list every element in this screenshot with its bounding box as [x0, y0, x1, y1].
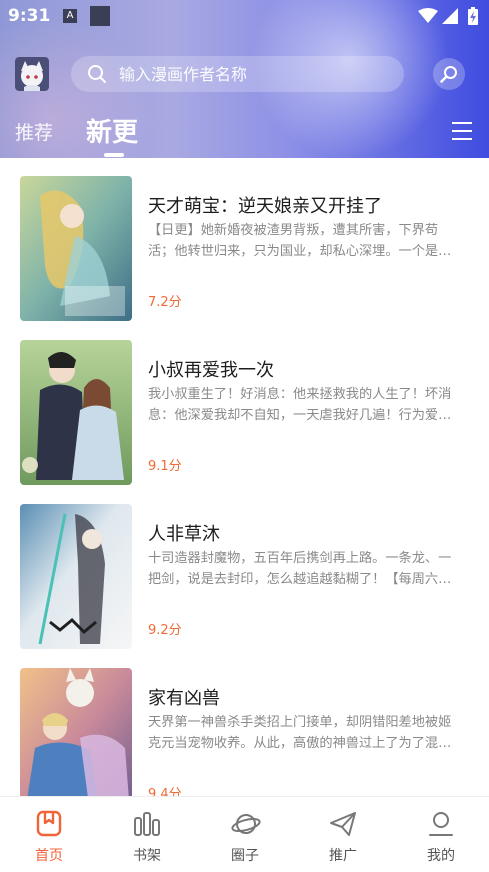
bookmark-icon	[36, 810, 62, 837]
comic-score: 7.2分	[148, 295, 182, 310]
comic-title[interactable]: 小叔再爱我一次	[148, 356, 274, 382]
comic-list-item[interactable]: 小叔再爱我一次 我小叔重生了！好消息：他来拯救我的人生了！坏消息：他深爱我却不自…	[0, 322, 489, 486]
planet-icon	[231, 814, 261, 834]
nav-mine-label: 我的	[427, 848, 455, 864]
status-bar: 9:31 A	[0, 0, 489, 32]
comic-score: 9.1分	[148, 459, 182, 474]
search-icon	[88, 65, 106, 83]
search-button[interactable]	[433, 58, 465, 90]
nav-home-label: 首页	[35, 848, 63, 864]
comic-cover[interactable]	[20, 176, 132, 321]
comic-description: 十司造器封魔物，五百年后携剑再上路。一条龙、一把剑，说是去封印，怎么越追越黏糊了…	[148, 551, 452, 587]
paper-plane-icon	[330, 812, 356, 836]
nav-promote[interactable]: 推广	[294, 797, 392, 872]
comic-title[interactable]: 人非草沐	[148, 520, 220, 546]
wifi-icon	[418, 8, 438, 23]
person-icon	[429, 812, 453, 836]
search-input[interactable]	[119, 56, 389, 92]
comic-list-item[interactable]: 天才萌宝：逆天娘亲又开挂了 【日更】她新婚夜被渣男背叛，遭其所害，下界苟活；他转…	[0, 158, 489, 322]
bottom-navigation: 首页 书架 圈子 推广 我的	[0, 796, 489, 872]
search-bar[interactable]	[71, 56, 404, 92]
comic-title[interactable]: 家有凶兽	[148, 684, 220, 710]
cover-image	[20, 668, 132, 796]
comic-description: 天界第一神兽杀手类招上门接单，却阴错阳差地被姬克元当宠物收养。从此，高傲的神兽过…	[148, 715, 452, 751]
avatar-image	[15, 57, 49, 91]
comic-description: 我小叔重生了！好消息：他来拯救我的人生了！坏消息：他深爱我却不自知，一天虐我好几…	[148, 387, 452, 423]
user-avatar[interactable]	[15, 57, 49, 91]
comic-cover[interactable]	[20, 340, 132, 485]
nav-bookshelf-label: 书架	[133, 848, 161, 864]
cover-image	[20, 340, 132, 485]
nav-promote-label: 推广	[329, 848, 357, 864]
comic-score: 9.2分	[148, 623, 182, 638]
nav-circle[interactable]: 圈子	[196, 797, 294, 872]
cover-image	[20, 504, 132, 649]
cover-image	[20, 176, 132, 321]
nav-bookshelf[interactable]: 书架	[98, 797, 196, 872]
comic-list-item[interactable]: 家有凶兽 天界第一神兽杀手类招上门接单，却阴错阳差地被姬克元当宠物收养。从此，高…	[0, 650, 489, 796]
comic-list-item[interactable]: 人非草沐 十司造器封魔物，五百年后携剑再上路。一条龙、一把剑，说是去封印，怎么越…	[0, 486, 489, 650]
bookshelf-icon	[134, 812, 160, 836]
battery-icon	[468, 7, 478, 25]
notification-square-icon	[90, 6, 110, 26]
signal-icon	[442, 8, 458, 24]
status-time: 9:31	[8, 6, 51, 26]
keyboard-a-icon: A	[63, 9, 77, 23]
active-tab-indicator	[104, 153, 124, 157]
comic-list[interactable]: 天才萌宝：逆天娘亲又开挂了 【日更】她新婚夜被渣男背叛，遭其所害，下界苟活；他转…	[0, 158, 489, 796]
tab-new-updates[interactable]: 新更	[86, 112, 138, 149]
magnifier-icon	[440, 66, 457, 83]
tab-recommend[interactable]: 推荐	[15, 118, 53, 145]
comic-cover[interactable]	[20, 504, 132, 649]
nav-home[interactable]: 首页	[0, 797, 98, 872]
nav-mine[interactable]: 我的	[392, 797, 489, 872]
comic-score: 9.4分	[148, 787, 182, 796]
comic-description: 【日更】她新婚夜被渣男背叛，遭其所害，下界苟活；他转世归来，只为国业，却私心深埋…	[148, 223, 452, 259]
comic-title[interactable]: 天才萌宝：逆天娘亲又开挂了	[148, 192, 382, 218]
comic-cover[interactable]	[20, 668, 132, 796]
menu-icon[interactable]	[452, 122, 472, 140]
nav-circle-label: 圈子	[231, 848, 259, 864]
